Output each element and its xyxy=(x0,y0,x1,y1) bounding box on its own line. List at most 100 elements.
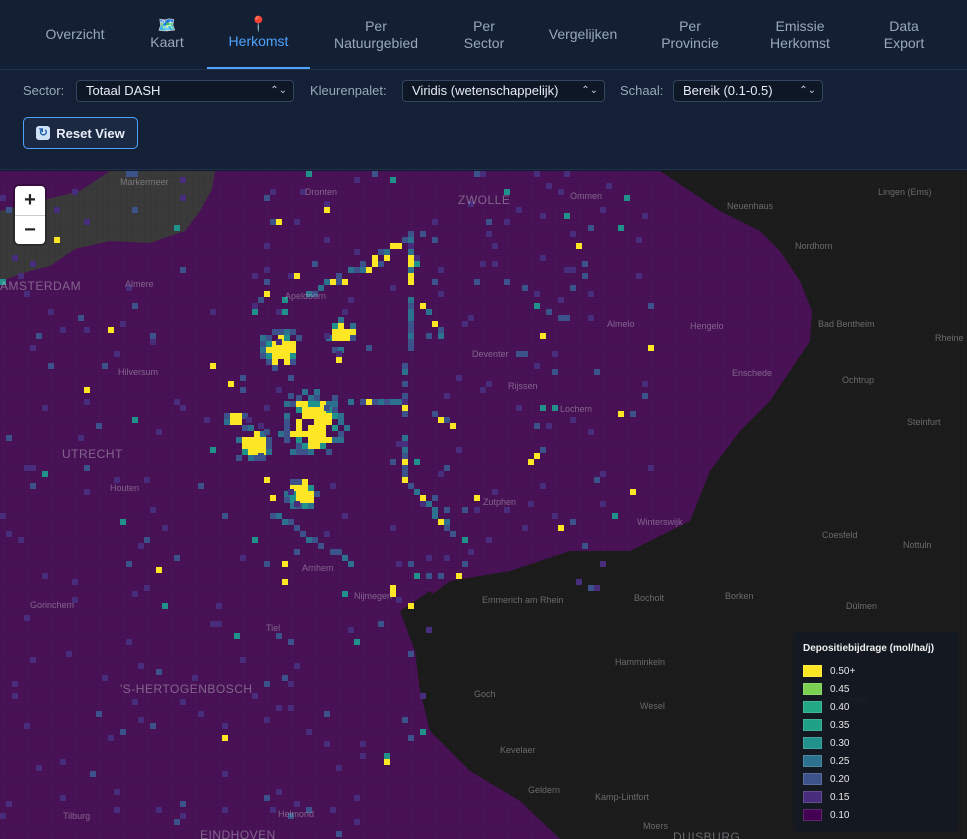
deposition-cell xyxy=(248,425,254,431)
zoom-out-button[interactable]: − xyxy=(15,216,45,245)
deposition-cell xyxy=(594,585,600,591)
deposition-cell xyxy=(180,177,186,183)
deposition-cell xyxy=(230,413,236,419)
deposition-cell xyxy=(408,231,414,237)
deposition-cell xyxy=(260,335,266,341)
tab-per-natuurgebied[interactable]: Per Natuurgebied xyxy=(320,0,432,69)
scale-label: Schaal: xyxy=(620,83,664,98)
tab-herkomst[interactable]: 📍 Herkomst xyxy=(207,0,310,69)
deposition-cell xyxy=(308,431,314,437)
deposition-cell xyxy=(240,555,246,561)
deposition-cell xyxy=(582,543,588,549)
deposition-cell xyxy=(294,801,300,807)
tab-overzicht[interactable]: Overzicht xyxy=(30,0,120,69)
tab-label: Data xyxy=(889,17,919,34)
deposition-cell xyxy=(408,327,414,333)
deposition-cell xyxy=(302,449,308,455)
deposition-cell xyxy=(60,759,66,765)
deposition-cell xyxy=(308,413,314,419)
deposition-cell xyxy=(296,485,302,491)
deposition-cell xyxy=(288,375,294,381)
deposition-cell xyxy=(308,443,314,449)
deposition-cell xyxy=(642,381,648,387)
deposition-cell xyxy=(290,329,296,335)
deposition-cell xyxy=(314,401,320,407)
deposition-cell xyxy=(296,449,302,455)
tab-data-export[interactable]: Data Export xyxy=(862,0,946,69)
tab-per-provincie[interactable]: Per Provincie xyxy=(644,0,736,69)
deposition-cell xyxy=(288,393,294,399)
deposition-cell xyxy=(420,501,426,507)
deposition-cell xyxy=(314,395,320,401)
deposition-cell xyxy=(12,693,18,699)
deposition-cell xyxy=(252,303,258,309)
deposition-cell xyxy=(224,419,230,425)
deposition-cell xyxy=(344,335,350,341)
sector-select[interactable]: Totaal DASH ⌃⌄ xyxy=(76,80,294,102)
deposition-cell xyxy=(432,513,438,519)
palette-select[interactable]: Viridis (wetenschappelijk) ⌃⌄ xyxy=(402,80,605,102)
deposition-cell xyxy=(408,339,414,345)
deposition-cell xyxy=(24,723,30,729)
deposition-cell xyxy=(314,443,320,449)
deposition-cell xyxy=(486,231,492,237)
deposition-cell xyxy=(30,465,36,471)
deposition-cell xyxy=(342,279,348,285)
deposition-cell xyxy=(432,495,438,501)
tab-vergelijken[interactable]: Vergelijken xyxy=(536,0,630,69)
legend-swatch xyxy=(803,683,822,695)
deposition-cell xyxy=(240,657,246,663)
deposition-cell xyxy=(336,351,342,357)
place-label: Dronten xyxy=(305,187,338,197)
legend-item: 0.30 xyxy=(803,734,949,752)
deposition-cell xyxy=(284,347,290,353)
deposition-cell xyxy=(288,489,294,495)
deposition-cell xyxy=(486,219,492,225)
deposition-cell xyxy=(450,423,456,429)
tab-kaart[interactable]: 🗺️ Kaart xyxy=(132,0,202,69)
deposition-cell xyxy=(294,663,300,669)
deposition-cell xyxy=(174,225,180,231)
legend-label: 0.20 xyxy=(830,773,850,785)
deposition-cell xyxy=(48,309,54,315)
deposition-cell xyxy=(408,261,414,267)
deposition-cell xyxy=(216,603,222,609)
deposition-cell xyxy=(54,207,60,213)
deposition-cell xyxy=(276,339,282,345)
deposition-cell xyxy=(180,195,186,201)
deposition-cell xyxy=(204,417,210,423)
legend-swatch xyxy=(803,791,822,803)
deposition-cell xyxy=(264,267,270,273)
deposition-cell xyxy=(290,353,296,359)
deposition-cell xyxy=(96,423,102,429)
deposition-cell xyxy=(102,363,108,369)
deposition-cell xyxy=(294,273,300,279)
deposition-cell xyxy=(192,675,198,681)
deposition-cell xyxy=(296,335,302,341)
deposition-cell xyxy=(312,537,318,543)
chevron-updown-icon: ⌃⌄ xyxy=(799,85,816,96)
deposition-cell xyxy=(450,531,456,537)
place-label: Apeldoorn xyxy=(285,291,327,301)
tab-per-sector[interactable]: Per Sector xyxy=(446,0,522,69)
reset-view-button[interactable]: ↻ Reset View xyxy=(23,117,138,149)
deposition-cell xyxy=(324,711,330,717)
place-label: Geldern xyxy=(528,785,561,795)
zoom-in-button[interactable]: + xyxy=(15,186,45,216)
deposition-cell xyxy=(330,483,336,489)
tab-emissie-herkomst[interactable]: Emissie Herkomst xyxy=(752,0,848,69)
deposition-cell xyxy=(198,711,204,717)
deposition-cell xyxy=(648,465,654,471)
deposition-cell xyxy=(402,459,408,465)
deposition-cell xyxy=(558,525,564,531)
deposition-cell xyxy=(230,419,236,425)
deposition-cell xyxy=(432,507,438,513)
deposition-cell xyxy=(264,429,270,435)
scale-select[interactable]: Bereik (0.1-0.5) ⌃⌄ xyxy=(673,80,823,102)
deposition-cell xyxy=(278,353,284,359)
deposition-cell xyxy=(606,183,612,189)
deposition-cell xyxy=(408,297,414,303)
place-label: ZWOLLE xyxy=(458,193,511,207)
zoom-control: + − xyxy=(15,186,45,244)
deposition-cell xyxy=(462,537,468,543)
